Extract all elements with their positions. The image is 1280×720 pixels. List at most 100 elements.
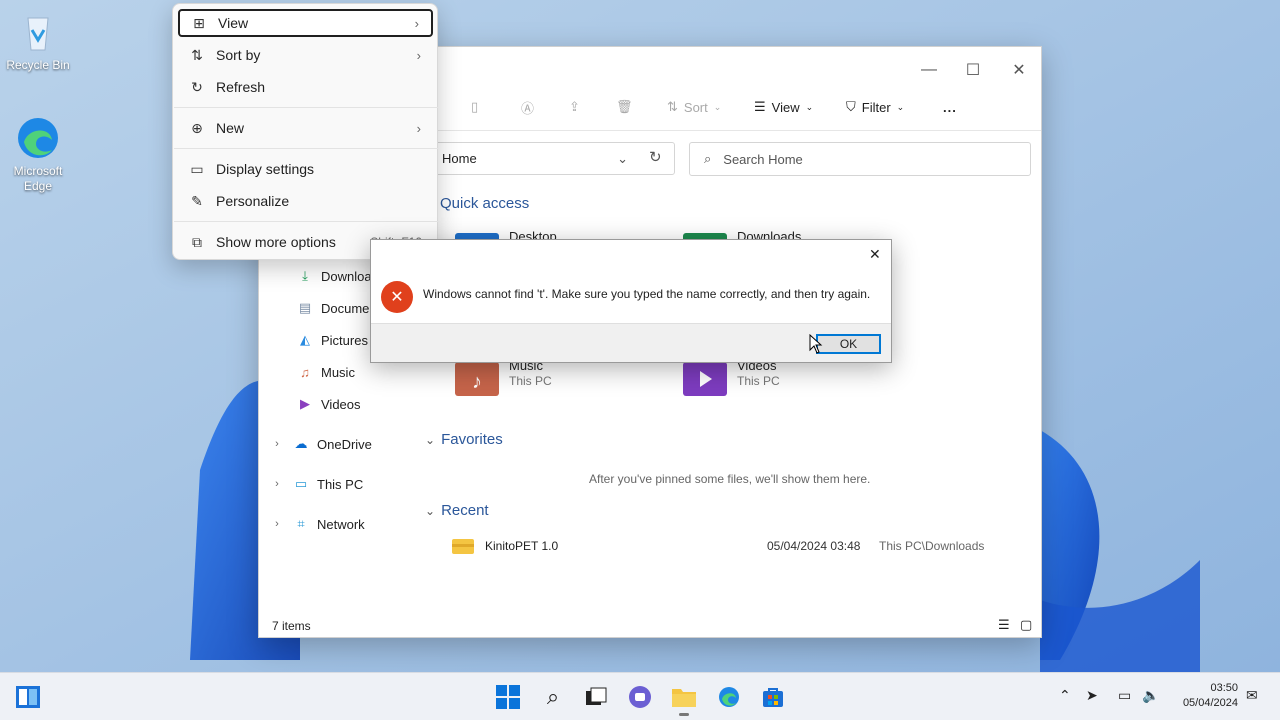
view-label: View [771,99,800,115]
chevron-down-icon: ⌄ [425,432,436,447]
quick-access-heading[interactable]: Quick access [440,195,529,212]
nav-item-documents[interactable]: ▤Documents [297,297,377,319]
nav-item-this-pc[interactable]: › ▭ This PC [269,473,363,495]
edge-taskbar-button[interactable] [715,683,743,711]
search-icon: ⌕ [704,151,712,166]
network-icon: ⌗ [297,516,305,531]
trash-icon: 🗑 [616,99,633,114]
menu-item-display-settings[interactable]: ▭ Display settings [178,155,433,183]
search-placeholder: Search Home [723,151,803,167]
active-indicator [679,713,689,716]
details-view-toggle[interactable]: ☰ [998,617,1010,633]
location-icon[interactable]: ➤ [1086,687,1098,704]
store-icon [763,688,783,707]
menu-item-personalize[interactable]: ✎ Personalize [178,187,433,215]
task-view-button[interactable] [582,683,610,711]
chevron-right-icon[interactable]: › [269,516,285,532]
store-taskbar-button[interactable] [759,683,787,711]
search-box[interactable]: ⌕ Search Home [689,142,1031,176]
status-bar-count: 7 items [272,619,311,633]
menu-item-sort-by[interactable]: ⇅ Sort by › [178,41,433,69]
widgets-button[interactable] [14,683,42,711]
document-icon: ▤ [298,300,312,315]
recycle-bin-icon [14,8,62,56]
favorites-heading[interactable]: ⌄ Favorites [425,431,503,448]
more-options-button[interactable]: ... [943,91,957,123]
search-taskbar-button[interactable]: ⌕ [539,683,567,711]
share-icon: ⇪ [569,99,580,114]
desktop-icon-edge[interactable]: Microsoft Edge [0,114,76,194]
taskbar: ⌕ ⌃ ➤ ▭ 🔈 03:50 05/04/2024 ✉ [0,672,1280,720]
filter-button[interactable]: ⛉ Filter ⌄ [846,91,904,123]
rename-icon: Ⓐ [521,100,535,116]
desktop-icon-recycle-bin[interactable]: Recycle Bin [0,8,76,73]
nav-item-videos[interactable]: ▶ Videos [297,393,361,415]
menu-item-view[interactable]: ⊞ View › [178,9,433,37]
chevron-down-icon: ⌄ [805,101,814,112]
clock[interactable]: 03:50 05/04/2024 [1170,681,1238,711]
sort-button[interactable]: ⇅ Sort ⌄ [667,91,721,123]
error-icon: ✕ [381,281,413,313]
delete-button[interactable]: 🗑 [616,91,633,123]
teams-chat-button[interactable] [626,683,654,711]
quick-access-music[interactable]: ♪ Music This PC [455,358,552,398]
filter-icon: ⛉ [846,99,856,114]
recent-heading[interactable]: ⌄ Recent [425,502,489,519]
chevron-right-icon[interactable]: › [269,476,285,492]
menu-item-refresh[interactable]: ↻ Refresh [178,73,433,101]
refresh-button[interactable]: ↻ [649,148,662,166]
file-explorer-taskbar-button[interactable] [670,683,698,711]
quick-access-videos[interactable]: Videos This PC [683,358,780,398]
zip-folder-icon [452,539,474,554]
cloud-icon: ☁ [294,436,308,451]
tiles-view-toggle[interactable]: ▢ [1020,617,1032,633]
nav-item-music[interactable]: ♫ Music [297,361,355,383]
desktop-context-menu: ⊞ View › ⇅ Sort by › ↻ Refresh ⊕ New › ▭… [172,3,438,260]
dialog-close-button[interactable]: ✕ [869,246,881,263]
chevron-up-icon[interactable]: ⌃ [1059,687,1071,704]
task-view-icon [586,687,607,705]
plus-circle-icon: ⊕ [191,119,203,136]
folder-videos-icon [683,362,727,396]
maximize-button[interactable]: ☐ [958,55,988,85]
chevron-right-icon[interactable]: › [269,436,285,452]
clock-time: 03:50 [1210,682,1238,694]
chevron-down-icon: ⌄ [896,101,905,112]
close-window-button[interactable]: ✕ [1004,55,1034,85]
display-icon: ▭ [190,160,204,177]
notifications-icon[interactable]: ✉ [1246,687,1258,704]
start-button[interactable] [494,683,522,711]
rename-button[interactable]: Ⓐ [521,91,534,123]
mouse-cursor-icon [809,334,823,354]
dialog-message: Windows cannot find 't'. Make sure you t… [423,287,871,301]
brush-icon: ✎ [191,192,203,209]
menu-separator [174,107,438,108]
view-button[interactable]: ☰ View ⌄ [754,91,813,123]
nav-item-onedrive[interactable]: › ☁ OneDrive [269,433,372,455]
svg-text:♪: ♪ [472,371,482,393]
network-status-icon[interactable]: ▭ [1118,687,1131,704]
sort-icon: ⇅ [191,46,203,63]
address-bar[interactable]: Home ⌄ [435,142,675,175]
download-icon: ⤓ [302,268,308,283]
chevron-right-icon: › [416,47,421,63]
menu-item-new[interactable]: ⊕ New › [178,114,433,142]
ok-button[interactable]: OK [816,334,881,354]
paste-button[interactable]: ▯ [471,91,478,123]
nav-item-downloads[interactable]: ⤓Downloads [297,265,375,287]
minimize-button[interactable]: — [914,55,944,85]
chevron-right-icon: › [416,120,421,136]
address-text: Home [442,151,477,166]
menu-separator [174,148,438,149]
filter-label: Filter [861,99,891,115]
chevron-down-icon[interactable]: ⌄ [617,151,628,167]
table-row[interactable]: KinitoPET 1.0 05/04/2024 03:48 This PC\D… [452,535,1012,557]
menu-separator [174,221,438,222]
desktop-icon-label: Microsoft Edge [13,164,63,193]
nav-item-pictures[interactable]: ◭ Pictures [297,329,368,351]
nav-item-network[interactable]: › ⌗ Network [269,513,365,535]
pictures-icon: ◭ [300,332,310,347]
share-button[interactable]: ⇪ [569,91,580,123]
volume-icon[interactable]: 🔈 [1142,687,1159,704]
pc-icon: ▭ [294,476,308,491]
